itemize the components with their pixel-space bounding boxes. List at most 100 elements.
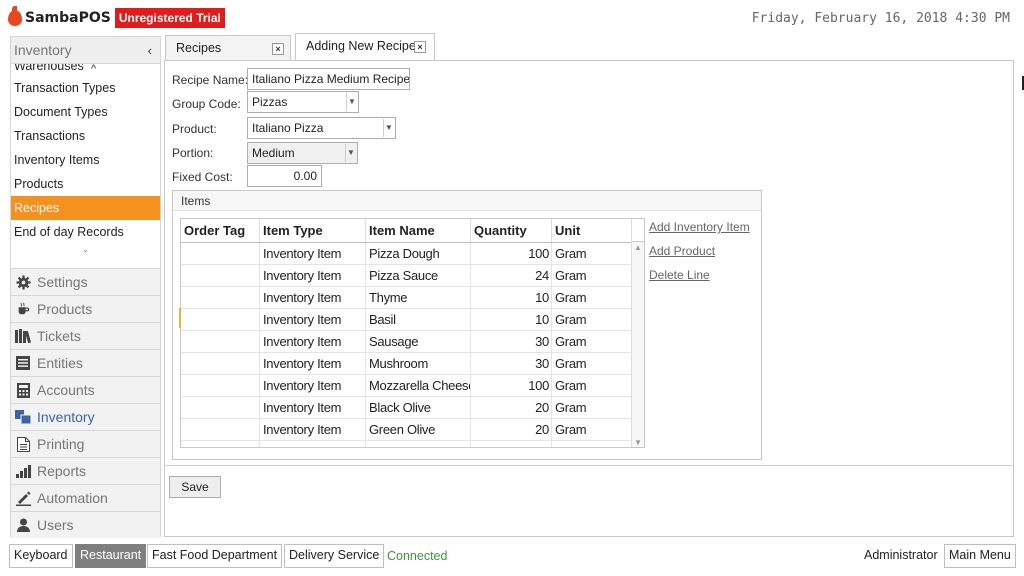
sidebar-section-header[interactable]: Inventory ‹ <box>11 37 160 64</box>
cell-item-type[interactable]: Inventory Item <box>260 353 366 374</box>
cell-quantity[interactable]: 20 <box>471 397 552 418</box>
cell-item-name[interactable]: Pizza Dough <box>366 243 471 264</box>
portion-select[interactable]: Medium ▼ <box>247 142 358 164</box>
column-header-order-tag[interactable]: Order Tag <box>181 219 260 242</box>
table-row[interactable]: Inventory Item Mozzarella Cheese 100 Gram <box>181 375 644 397</box>
close-icon[interactable]: × <box>272 43 284 55</box>
cell-empty[interactable] <box>366 441 471 447</box>
restaurant-button[interactable]: Restaurant <box>75 544 147 568</box>
cell-order-tag[interactable] <box>181 353 260 374</box>
cell-unit[interactable]: Gram <box>552 331 632 352</box>
delivery-service-button[interactable]: Delivery Service <box>284 544 385 568</box>
save-button[interactable]: Save <box>169 476 221 498</box>
tab-adding-new-recipe[interactable]: Adding New Recipe × <box>295 33 435 61</box>
sidebar-item-document-types[interactable]: Document Types <box>11 100 160 124</box>
module-reports[interactable]: Reports <box>11 457 160 484</box>
grid-scrollbar[interactable]: ▲ ▼ <box>631 219 644 447</box>
cell-empty[interactable] <box>552 441 632 447</box>
cell-empty[interactable] <box>181 441 260 447</box>
sidebar-item-transactions[interactable]: Transactions <box>11 124 160 148</box>
cell-item-name[interactable]: Mushroom <box>366 353 471 374</box>
recipe-name-input[interactable]: Italiano Pizza Medium Recipe <box>247 68 410 90</box>
cell-order-tag[interactable] <box>181 243 260 264</box>
cell-order-tag[interactable] <box>181 287 260 308</box>
cell-order-tag[interactable] <box>181 331 260 352</box>
cell-unit[interactable]: Gram <box>552 243 632 264</box>
module-settings[interactable]: Settings <box>11 268 160 295</box>
cell-item-type[interactable]: Inventory Item <box>260 331 366 352</box>
items-grid[interactable]: Order Tag Item Type Item Name Quantity U… <box>180 218 645 448</box>
cell-unit[interactable]: Gram <box>552 375 632 396</box>
delete-line-link[interactable]: Delete Line <box>649 268 750 282</box>
cell-item-name[interactable]: Green Olive <box>366 419 471 440</box>
cell-item-name[interactable]: Mozzarella Cheese <box>366 375 471 396</box>
keyboard-button[interactable]: Keyboard <box>9 544 73 568</box>
close-icon[interactable]: × <box>414 41 426 53</box>
sidebar-item-warehouses[interactable]: Warehouses <box>11 64 160 76</box>
cell-quantity[interactable]: 100 <box>471 375 552 396</box>
cell-quantity[interactable]: 10 <box>471 287 552 308</box>
fixed-cost-input[interactable]: 0.00 <box>247 165 322 187</box>
module-accounts[interactable]: Accounts <box>11 376 160 403</box>
cell-unit[interactable]: Gram <box>552 265 632 286</box>
cell-item-name[interactable]: Black Olive <box>366 397 471 418</box>
cell-quantity[interactable]: 100 <box>471 243 552 264</box>
module-tickets[interactable]: Tickets <box>11 322 160 349</box>
cell-quantity[interactable]: 30 <box>471 353 552 374</box>
product-select[interactable]: Italiano Pizza ▼ <box>247 117 396 139</box>
sidebar-item-recipes[interactable]: Recipes <box>11 196 160 220</box>
module-entities[interactable]: Entities <box>11 349 160 376</box>
cell-quantity[interactable]: 24 <box>471 265 552 286</box>
cell-unit[interactable]: Gram <box>552 419 632 440</box>
cell-quantity[interactable]: 20 <box>471 419 552 440</box>
module-users[interactable]: Users <box>11 511 160 538</box>
cell-item-type[interactable]: Inventory Item <box>260 287 366 308</box>
cell-empty[interactable] <box>471 441 552 447</box>
table-row[interactable]: Inventory Item Pizza Sauce 24 Gram <box>181 265 644 287</box>
chevron-down-icon[interactable]: ▼ <box>383 119 394 137</box>
cell-item-type[interactable]: Inventory Item <box>260 265 366 286</box>
sidebar-item-transaction-types[interactable]: Transaction Types <box>11 76 160 100</box>
cell-item-type[interactable]: Inventory Item <box>260 375 366 396</box>
cell-unit[interactable]: Gram <box>552 397 632 418</box>
table-row[interactable]: Inventory Item Thyme 10 Gram <box>181 287 644 309</box>
column-header-item-type[interactable]: Item Type <box>260 219 366 242</box>
column-header-unit[interactable]: Unit <box>552 219 632 242</box>
scroll-down-arrow-icon[interactable]: ▼ <box>632 438 644 447</box>
new-row[interactable] <box>181 441 644 447</box>
cell-order-tag[interactable] <box>181 397 260 418</box>
cell-item-type[interactable]: Inventory Item <box>260 419 366 440</box>
cell-order-tag[interactable] <box>181 419 260 440</box>
cell-item-name[interactable]: Basil <box>366 309 471 330</box>
main-menu-button[interactable]: Main Menu <box>944 544 1016 568</box>
cell-unit[interactable]: Gram <box>552 287 632 308</box>
table-row[interactable]: Inventory Item Mushroom 30 Gram <box>181 353 644 375</box>
tab-recipes[interactable]: Recipes × <box>165 35 291 61</box>
chevron-down-icon[interactable]: ▼ <box>345 144 356 162</box>
cell-item-name[interactable]: Thyme <box>366 287 471 308</box>
sidebar-item-end-of-day-records[interactable]: End of day Records <box>11 220 160 244</box>
module-products[interactable]: Products <box>11 295 160 322</box>
collapse-chevron-icon[interactable]: ‹ <box>148 43 152 58</box>
add-product-link[interactable]: Add Product <box>649 244 750 258</box>
group-code-select[interactable]: Pizzas ▼ <box>247 91 359 113</box>
sidebar-item-products[interactable]: Products <box>11 172 160 196</box>
module-printing[interactable]: Printing <box>11 430 160 457</box>
table-row[interactable]: Inventory Item Sausage 30 Gram <box>181 331 644 353</box>
chevron-down-icon[interactable]: ▼ <box>346 93 357 111</box>
module-automation[interactable]: Automation <box>11 484 160 511</box>
cell-item-name[interactable]: Sausage <box>366 331 471 352</box>
scroll-up-icon[interactable]: ^ <box>91 64 96 75</box>
cell-order-tag[interactable] <box>181 375 260 396</box>
scroll-up-arrow-icon[interactable]: ▲ <box>632 243 644 252</box>
cell-item-type[interactable]: Inventory Item <box>260 309 366 330</box>
column-header-item-name[interactable]: Item Name <box>366 219 471 242</box>
cell-empty[interactable] <box>260 441 366 447</box>
cell-item-name[interactable]: Pizza Sauce <box>366 265 471 286</box>
cell-quantity[interactable]: 10 <box>471 309 552 330</box>
cell-order-tag[interactable] <box>181 309 260 330</box>
sidebar-item-inventory-items[interactable]: Inventory Items <box>11 148 160 172</box>
cell-unit[interactable]: Gram <box>552 353 632 374</box>
cell-item-type[interactable]: Inventory Item <box>260 243 366 264</box>
module-inventory[interactable]: Inventory <box>11 403 160 430</box>
